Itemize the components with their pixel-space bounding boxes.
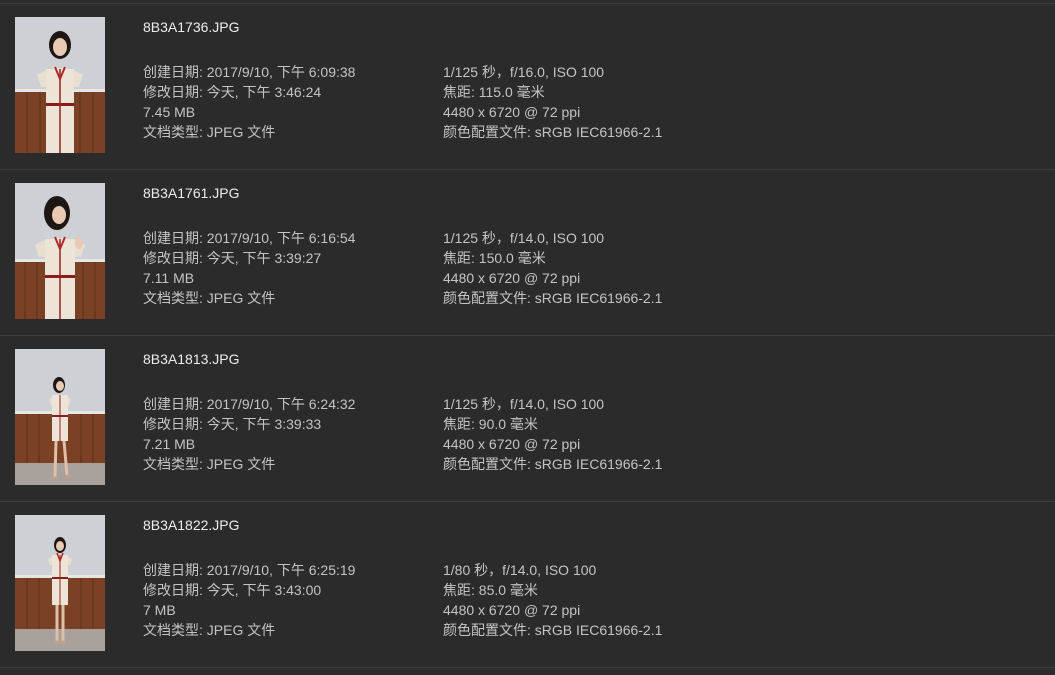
focal-length: 焦距: 90.0 毫米 <box>443 416 538 432</box>
file-row[interactable]: 8B3A1813.JPG 创建日期: 2017/9/10, 下午 6:24:32… <box>0 336 1055 501</box>
file-type: 文档类型: JPEG 文件 <box>143 290 276 306</box>
file-type: 文档类型: JPEG 文件 <box>143 456 276 472</box>
file-row[interactable]: 8B3A1761.JPG 创建日期: 2017/9/10, 下午 6:16:54… <box>0 170 1055 335</box>
modified-date: 修改日期: 今天, 下午 3:43:00 <box>143 582 322 598</box>
color-profile: 颜色配置文件: sRGB IEC61966-2.1 <box>443 124 663 140</box>
exposure-info: 1/125 秒，f/14.0, ISO 100 <box>443 396 605 412</box>
file-type: 文档类型: JPEG 文件 <box>143 124 276 140</box>
modified-date: 修改日期: 今天, 下午 3:39:33 <box>143 416 322 432</box>
file-meta-left: 创建日期: 2017/9/10, 下午 6:09:38 修改日期: 今天, 下午… <box>143 62 355 142</box>
file-size: 7.21 MB <box>143 436 196 452</box>
file-meta-right: 1/80 秒，f/14.0, ISO 100 焦距: 85.0 毫米 4480 … <box>443 560 662 640</box>
color-profile: 颜色配置文件: sRGB IEC61966-2.1 <box>443 456 663 472</box>
file-meta-right: 1/125 秒，f/16.0, ISO 100 焦距: 115.0 毫米 448… <box>443 62 662 142</box>
image-dimensions: 4480 x 6720 @ 72 ppi <box>443 436 581 452</box>
exposure-info: 1/125 秒，f/16.0, ISO 100 <box>443 64 605 80</box>
file-size: 7.11 MB <box>143 270 195 286</box>
photo-thumbnail[interactable] <box>15 515 105 651</box>
color-profile: 颜色配置文件: sRGB IEC61966-2.1 <box>443 622 663 638</box>
created-date: 创建日期: 2017/9/10, 下午 6:09:38 <box>143 64 356 80</box>
file-meta-right: 1/125 秒，f/14.0, ISO 100 焦距: 90.0 毫米 4480… <box>443 394 662 474</box>
created-date: 创建日期: 2017/9/10, 下午 6:16:54 <box>143 230 356 246</box>
file-size: 7 MB <box>143 602 176 618</box>
modified-date: 修改日期: 今天, 下午 3:39:27 <box>143 250 322 266</box>
image-dimensions: 4480 x 6720 @ 72 ppi <box>443 270 581 286</box>
file-row[interactable]: 8B3A1736.JPG 创建日期: 2017/9/10, 下午 6:09:38… <box>0 4 1055 169</box>
file-info-list: 8B3A1736.JPG 创建日期: 2017/9/10, 下午 6:09:38… <box>0 0 1055 675</box>
file-meta-left: 创建日期: 2017/9/10, 下午 6:25:19 修改日期: 今天, 下午… <box>143 560 355 640</box>
file-name: 8B3A1736.JPG <box>143 19 240 35</box>
file-type: 文档类型: JPEG 文件 <box>143 622 276 638</box>
file-size: 7.45 MB <box>143 104 196 120</box>
file-name: 8B3A1761.JPG <box>143 185 240 201</box>
modified-date: 修改日期: 今天, 下午 3:46:24 <box>143 84 322 100</box>
focal-length: 焦距: 85.0 毫米 <box>443 582 538 598</box>
file-meta-right: 1/125 秒，f/14.0, ISO 100 焦距: 150.0 毫米 448… <box>443 228 662 308</box>
exposure-info: 1/125 秒，f/14.0, ISO 100 <box>443 230 605 246</box>
photo-thumbnail[interactable] <box>15 183 105 319</box>
row-separator <box>0 667 1055 668</box>
focal-length: 焦距: 115.0 毫米 <box>443 84 545 100</box>
color-profile: 颜色配置文件: sRGB IEC61966-2.1 <box>443 290 663 306</box>
created-date: 创建日期: 2017/9/10, 下午 6:25:19 <box>143 562 356 578</box>
created-date: 创建日期: 2017/9/10, 下午 6:24:32 <box>143 396 356 412</box>
file-meta-left: 创建日期: 2017/9/10, 下午 6:24:32 修改日期: 今天, 下午… <box>143 394 355 474</box>
image-dimensions: 4480 x 6720 @ 72 ppi <box>443 104 581 120</box>
photo-thumbnail[interactable] <box>15 349 105 485</box>
focal-length: 焦距: 150.0 毫米 <box>443 250 546 266</box>
file-meta-left: 创建日期: 2017/9/10, 下午 6:16:54 修改日期: 今天, 下午… <box>143 228 355 308</box>
exposure-info: 1/80 秒，f/14.0, ISO 100 <box>443 562 597 578</box>
photo-thumbnail[interactable] <box>15 17 105 153</box>
file-name: 8B3A1822.JPG <box>143 517 240 533</box>
file-row[interactable]: 8B3A1822.JPG 创建日期: 2017/9/10, 下午 6:25:19… <box>0 502 1055 667</box>
image-dimensions: 4480 x 6720 @ 72 ppi <box>443 602 581 618</box>
file-name: 8B3A1813.JPG <box>143 351 240 367</box>
